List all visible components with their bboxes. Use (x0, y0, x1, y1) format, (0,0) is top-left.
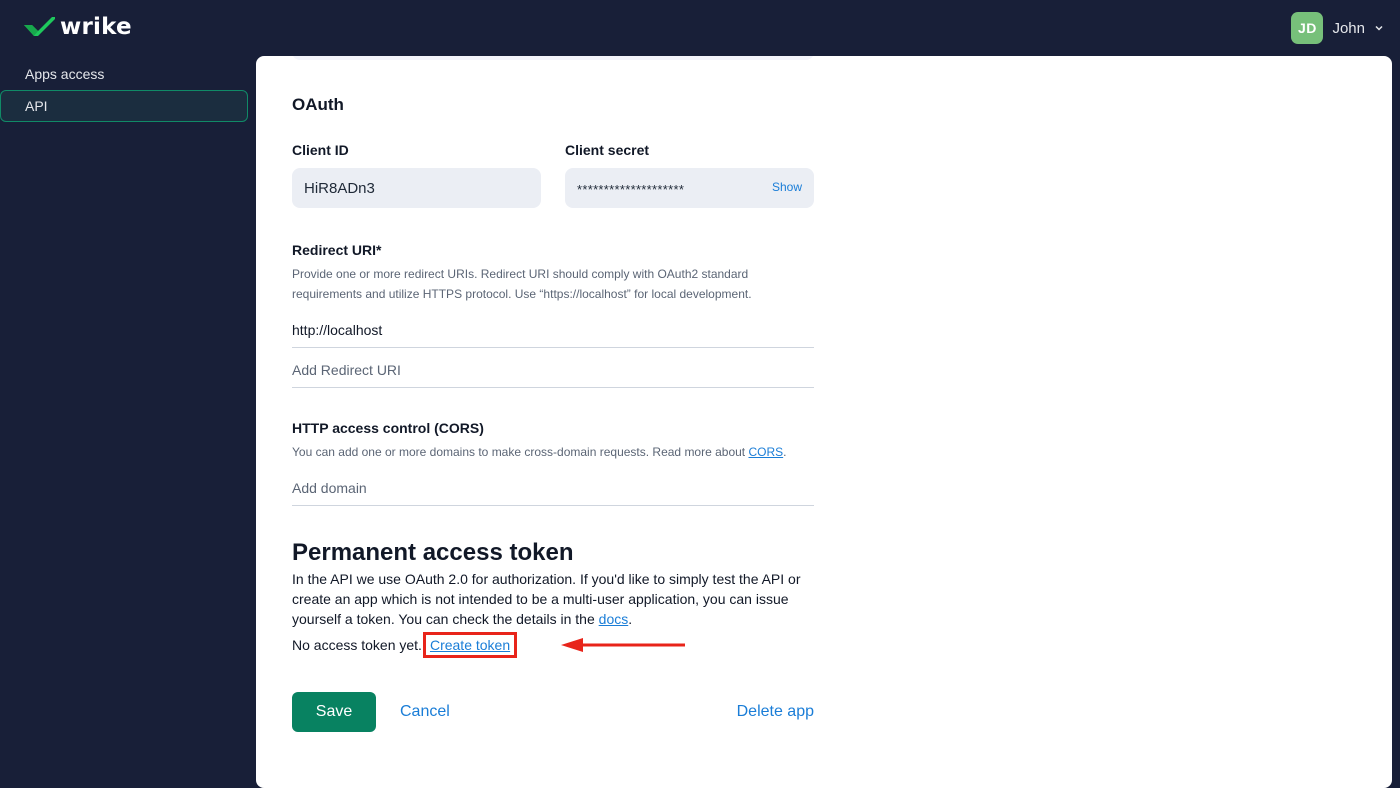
wrike-checkmark-icon (24, 17, 55, 36)
client-secret-field[interactable]: ******************** Show (565, 168, 814, 208)
token-status-text: No access token yet. (292, 637, 422, 653)
client-secret-value: ******************** (577, 181, 685, 197)
redirect-uri-help: Provide one or more redirect URIs. Redir… (292, 264, 814, 304)
docs-link[interactable]: docs (599, 611, 629, 627)
cors-help-suffix: . (783, 445, 787, 459)
client-id-label: Client ID (292, 142, 349, 158)
add-domain-input[interactable]: Add domain (292, 480, 814, 506)
redirect-uri-help-line: requirements and utilize HTTPS protocol.… (292, 287, 752, 301)
show-secret-button[interactable]: Show (772, 180, 802, 194)
user-name: John (1332, 19, 1365, 37)
annotation-arrow-icon (561, 638, 685, 652)
chevron-down-icon (1375, 25, 1383, 31)
previous-section-edge (292, 56, 814, 60)
token-status-row: No access token yet. Create token (292, 632, 518, 658)
token-description-suffix: . (628, 611, 633, 627)
create-token-link[interactable]: Create token (422, 632, 518, 658)
app-settings-panel: OAuth Client ID HiR8ADn3 Client secret *… (256, 56, 1392, 788)
redirect-uri-value: http://localhost (292, 322, 383, 338)
brand-name: wrike (60, 14, 132, 40)
top-bar: wrike JD John (0, 0, 1400, 56)
token-description-text: In the API we use OAuth 2.0 for authoriz… (292, 571, 801, 627)
cors-help-text: You can add one or more domains to make … (292, 445, 749, 459)
redirect-uri-help-line: Provide one or more redirect URIs. Redir… (292, 267, 749, 281)
redirect-uri-input[interactable]: http://localhost (292, 322, 814, 348)
token-description: In the API we use OAuth 2.0 for authoriz… (292, 569, 814, 629)
avatar: JD (1291, 12, 1324, 44)
client-id-value: HiR8ADn3 (304, 179, 375, 197)
add-redirect-uri-input[interactable]: Add Redirect URI (292, 362, 814, 388)
delete-app-button[interactable]: Delete app (737, 703, 814, 721)
sidebar: Apps access API (0, 56, 256, 122)
permanent-token-heading: Permanent access token (292, 539, 574, 566)
cors-help: You can add one or more domains to make … (292, 442, 814, 462)
add-domain-placeholder: Add domain (292, 480, 367, 496)
save-button[interactable]: Save (292, 692, 376, 732)
sidebar-item-api[interactable]: API (0, 90, 248, 122)
sidebar-item-apps-access[interactable]: Apps access (0, 58, 248, 90)
cancel-button[interactable]: Cancel (400, 703, 450, 721)
cors-link[interactable]: CORS (748, 445, 783, 459)
sidebar-item-label: API (25, 98, 48, 114)
add-redirect-uri-placeholder: Add Redirect URI (292, 362, 401, 378)
client-secret-label: Client secret (565, 142, 650, 158)
sidebar-item-label: Apps access (25, 66, 105, 82)
oauth-heading: OAuth (292, 95, 344, 114)
cors-label: HTTP access control (CORS) (292, 420, 484, 436)
redirect-uri-label: Redirect URI* (292, 242, 382, 258)
wrike-logo[interactable]: wrike (24, 14, 132, 40)
user-menu[interactable]: JD John (1291, 12, 1384, 44)
client-id-field[interactable]: HiR8ADn3 (292, 168, 541, 208)
